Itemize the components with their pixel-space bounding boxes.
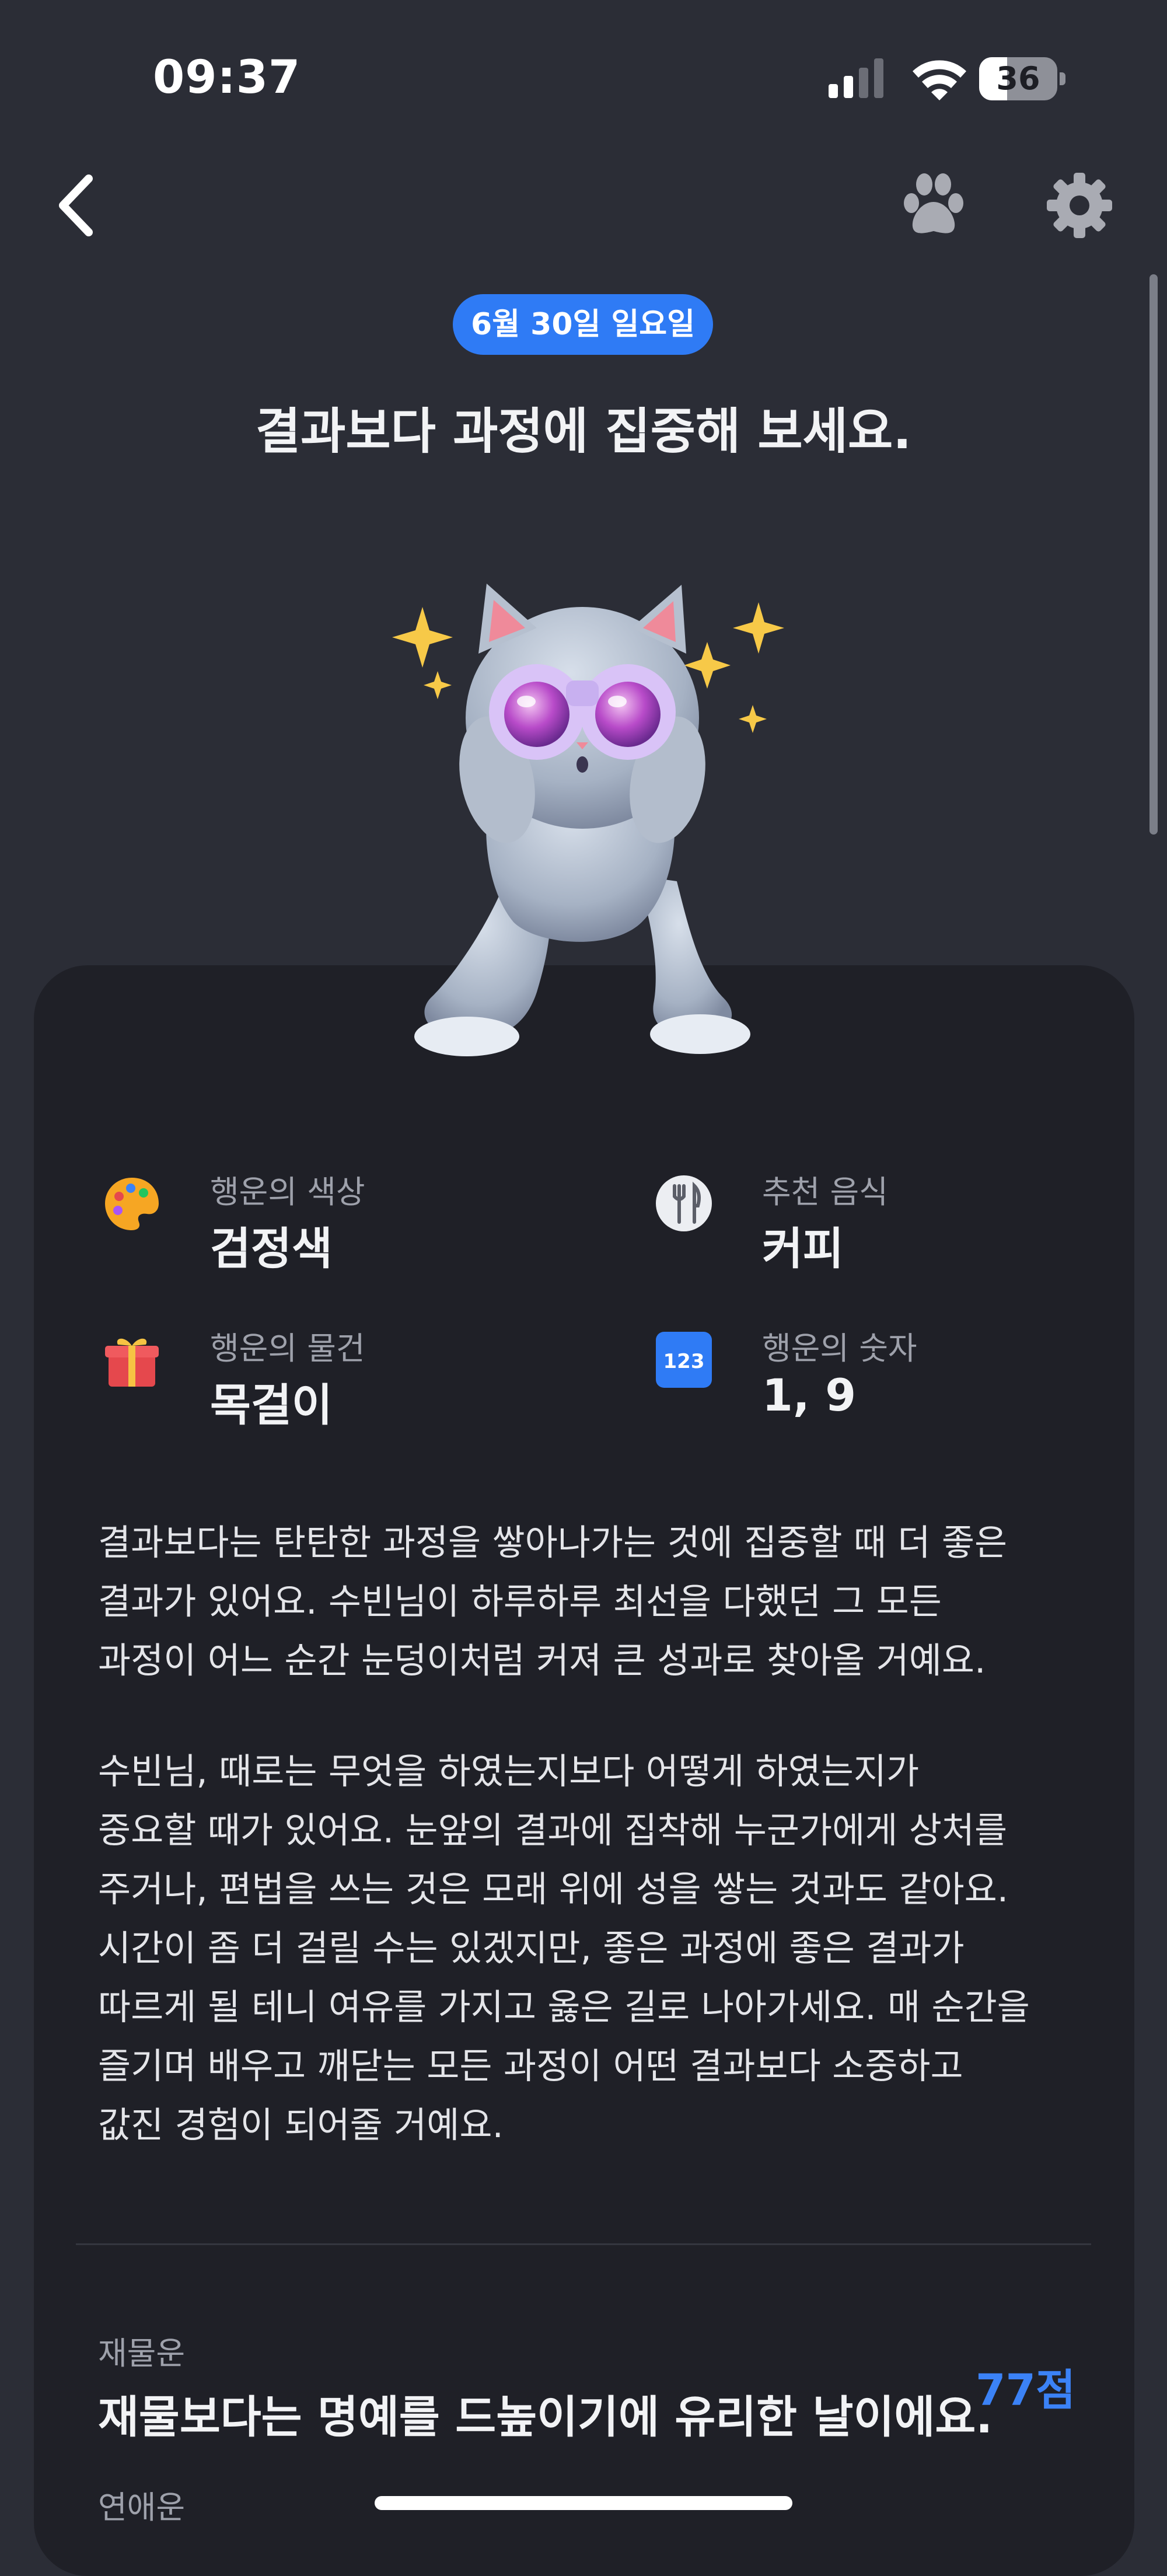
battery-level: 36 bbox=[996, 60, 1040, 97]
fortune-label: 행운의 색상 bbox=[210, 1174, 365, 1210]
number-123-icon: 123 bbox=[656, 1332, 712, 1388]
battery-indicator: 36 bbox=[979, 57, 1065, 100]
love-fortune-label: 연애운 bbox=[98, 2489, 186, 2526]
home-indicator[interactable] bbox=[375, 2496, 792, 2510]
fortune-label: 추천 음식 bbox=[762, 1174, 888, 1210]
paragraph-line: 주거나, 편법을 쓰는 것은 모래 위에 성을 쌓는 것과도 같아요. bbox=[98, 1869, 1009, 1910]
fortune-label: 행운의 숫자 bbox=[762, 1330, 917, 1367]
scrollbar[interactable] bbox=[1149, 274, 1158, 835]
wealth-fortune-text: 재물보다는 명예를 드높이기에 유리한 날이에요. bbox=[98, 2391, 993, 2443]
cellular-signal-icon bbox=[829, 58, 883, 98]
paragraph-line: 값진 경험이 되어줄 거예요. bbox=[98, 2104, 504, 2146]
gear-icon[interactable] bbox=[1044, 170, 1114, 240]
fortune-value: 목걸이 bbox=[210, 1379, 333, 1431]
chevron-left-icon[interactable] bbox=[53, 170, 99, 240]
wealth-fortune-score: 77점 bbox=[976, 2365, 1076, 2416]
divider bbox=[76, 2243, 1091, 2245]
paragraph-line: 수빈님, 때로는 무엇을 하였는지보다 어떻게 하였는지가 bbox=[98, 1751, 920, 1792]
wifi-icon bbox=[913, 60, 966, 100]
paragraph-line: 중요할 때가 있어요. 눈앞의 결과에 집착해 누군가에게 상처를 bbox=[98, 1810, 1008, 1851]
fortune-label: 행운의 물건 bbox=[210, 1330, 365, 1367]
fortune-value: 커피 bbox=[762, 1223, 844, 1275]
date-badge: 6월 30일 일요일 bbox=[453, 294, 713, 355]
status-time: 09:37 bbox=[153, 51, 301, 104]
fortune-detail: 수빈님, 때로는 무엇을 하였는지보다 어떻게 하였는지가 중요할 때가 있어요… bbox=[98, 1742, 1090, 2155]
fortune-summary: 결과보다는 탄탄한 과정을 쌓아나가는 것에 집중할 때 더 좋은 결과가 있어… bbox=[98, 1513, 1090, 1690]
svg-text:123: 123 bbox=[663, 1350, 705, 1373]
paragraph-line: 즐기며 배우고 깨닫는 모든 과정이 어떤 결과보다 소중하고 bbox=[98, 2046, 963, 2087]
paragraph-line: 결과보다는 탄탄한 과정을 쌓아나가는 것에 집중할 때 더 좋은 bbox=[98, 1522, 1008, 1563]
fortune-value: 1, 9 bbox=[762, 1369, 857, 1421]
paragraph-line: 따르게 될 테니 여유를 가지고 옳은 길로 나아가세요. 매 순간을 bbox=[98, 1987, 1030, 2028]
fortune-value: 검정색 bbox=[210, 1223, 333, 1275]
page-title: 결과보다 과정에 집중해 보세요. bbox=[255, 403, 912, 460]
paragraph-line: 시간이 좀 더 걸릴 수는 있겠지만, 좋은 과정에 좋은 결과가 bbox=[98, 1928, 965, 1969]
fork-knife-icon bbox=[656, 1175, 712, 1231]
paragraph-line: 결과가 있어요. 수빈님이 하루하루 최선을 다했던 그 모든 bbox=[98, 1581, 942, 1622]
mascot-cat-illustration bbox=[392, 584, 784, 1056]
paw-icon[interactable] bbox=[899, 173, 969, 238]
gift-icon bbox=[105, 1338, 159, 1387]
paragraph-line: 과정이 어느 순간 눈덩이처럼 커져 큰 성과로 찾아올 거예요. bbox=[98, 1640, 986, 1681]
wealth-fortune-label: 재물운 bbox=[98, 2335, 186, 2372]
palette-icon bbox=[105, 1178, 159, 1230]
